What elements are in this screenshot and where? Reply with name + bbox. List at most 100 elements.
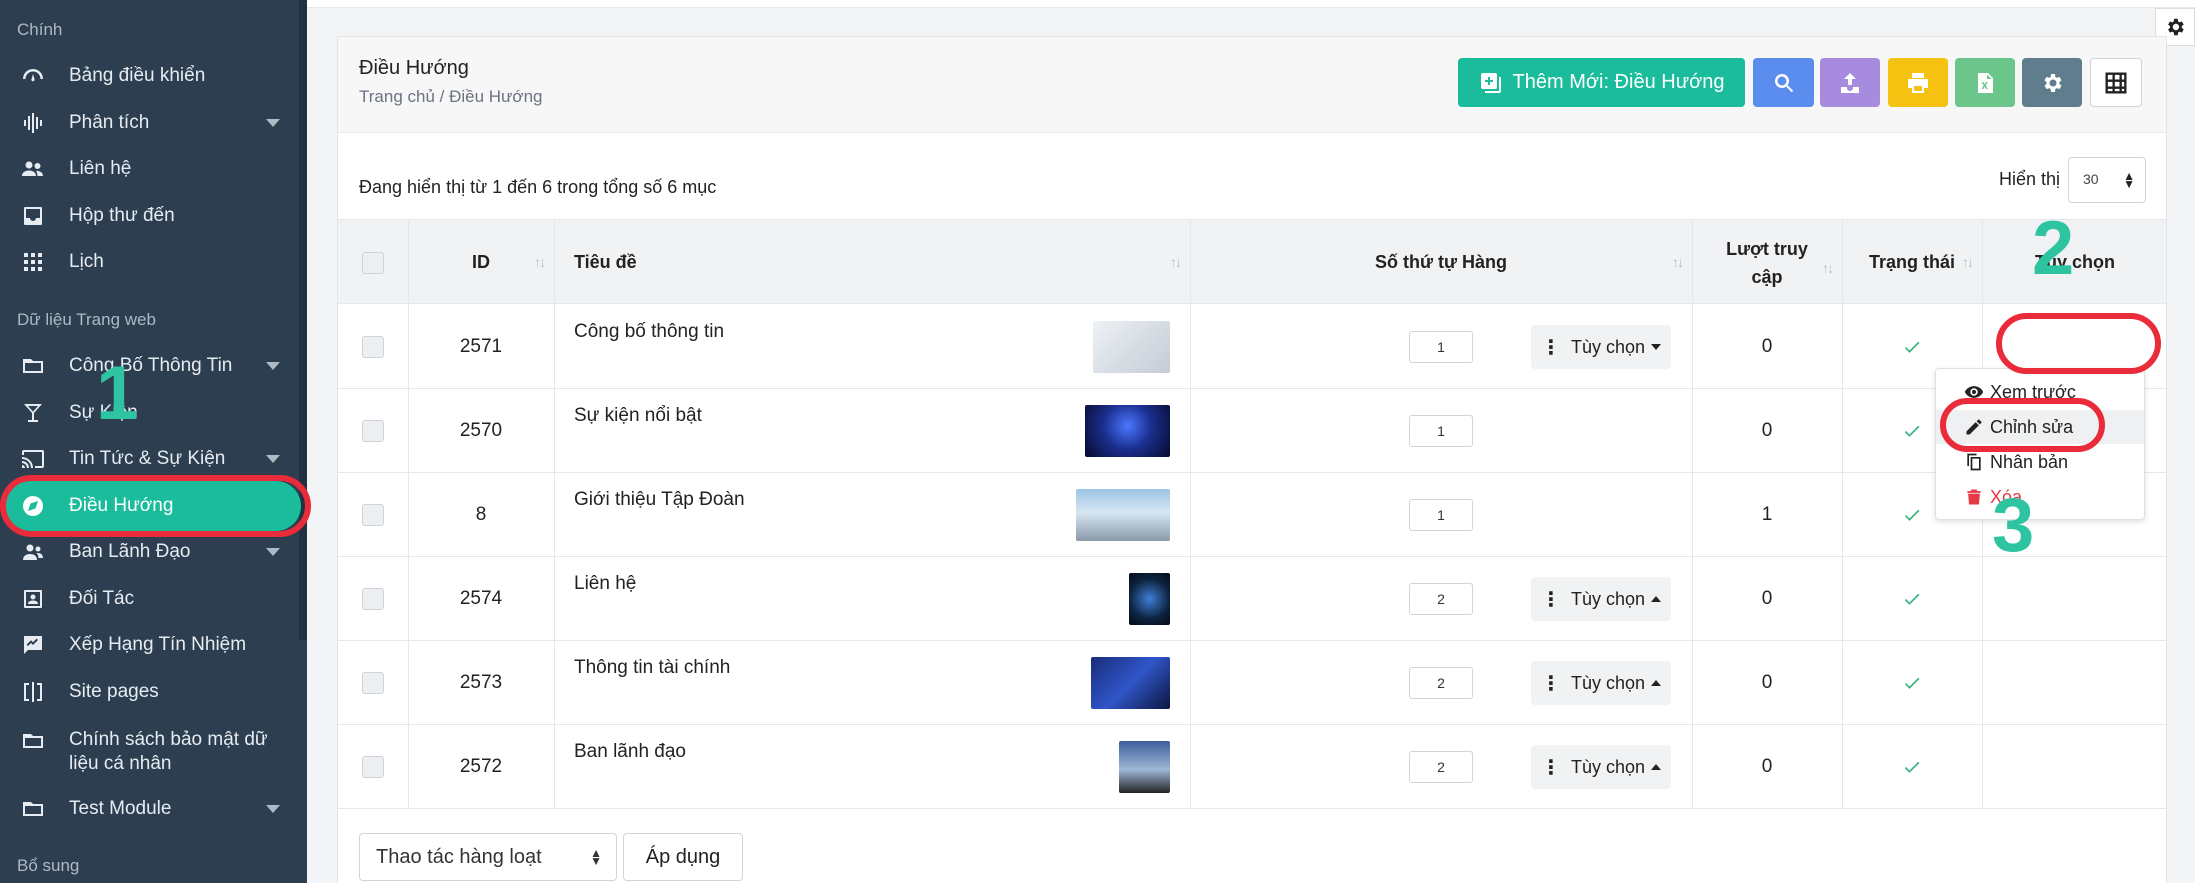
row-id: 2571	[459, 336, 503, 357]
row-thumbnail-image	[1119, 741, 1170, 793]
row-order-input[interactable]: 2	[1409, 583, 1473, 615]
per-page-select[interactable]: 30 ▲ ▼	[2068, 157, 2146, 203]
row-order-input[interactable]: 2	[1409, 667, 1473, 699]
table-row: 2570 Sự kiện nổi bật 1 0	[338, 389, 2166, 473]
export-excel-button[interactable]	[1955, 58, 2015, 107]
column-header-label: Lượt truy cập	[1726, 238, 1808, 287]
row-options-button[interactable]: ⋮ Tùy chọn	[1531, 577, 1671, 621]
gear-icon	[2044, 73, 2062, 92]
settings-button[interactable]	[2022, 58, 2082, 107]
sidebar-item-label: Bảng điều khiển	[69, 65, 206, 86]
sidebar-item-dashboard[interactable]: Bảng điều khiển	[0, 53, 300, 99]
search-icon	[1774, 73, 1793, 92]
kebab-icon: ⋮	[1540, 588, 1561, 611]
sidebar-item-label: Đối Tác	[69, 588, 135, 609]
highlight-ring-edit	[1940, 398, 2105, 452]
import-button[interactable]	[1820, 58, 1880, 107]
column-header-views[interactable]: Lượt truy cập ↑↓	[1692, 220, 1842, 305]
row-checkbox[interactable]	[362, 588, 384, 610]
sidebar-item-label: Xếp Hạng Tín Nhiệm	[69, 634, 247, 655]
row-checkbox[interactable]	[362, 420, 384, 442]
options-label: Tùy chọn	[1570, 756, 1646, 777]
add-navigation-button[interactable]: Thêm Mới: Điều Hướng	[1458, 58, 1745, 107]
sidebar-item-label: Tin Tức & Sự Kiện	[69, 448, 226, 469]
sidebar-item-label: Ban Lãnh Đạo	[69, 541, 191, 562]
row-views: 0	[1761, 672, 1773, 693]
row-order-input[interactable]: 1	[1409, 331, 1473, 363]
column-header-order[interactable]: Số thứ tự Hàng ↑↓	[1190, 220, 1692, 305]
print-button[interactable]	[1888, 58, 1948, 107]
caret-down-icon	[1651, 344, 1662, 350]
sort-icon: ↑↓	[1962, 254, 1974, 270]
check-icon	[1902, 421, 1922, 441]
sidebar-item-privacy-policy[interactable]: Chính sách bảo mật dữ liệu cá nhân	[0, 722, 300, 782]
column-header-id[interactable]: ID ↑↓	[408, 220, 554, 305]
column-view-button[interactable]	[2090, 58, 2142, 107]
print-icon	[1908, 72, 1928, 93]
search-button[interactable]	[1753, 58, 1814, 107]
row-select-cell	[338, 641, 408, 725]
options-label: Tùy chọn	[1570, 672, 1646, 693]
table-header: ID ↑↓ Tiêu đề ↑↓ Số thứ tự Hàng ↑↓ Lượt …	[338, 219, 2166, 304]
sidebar-item-label: Chính sách bảo mật dữ liệu cá nhân	[69, 729, 268, 774]
sidebar-item-inbox[interactable]: Hộp thư đến	[0, 193, 300, 239]
sidebar-item-site-pages[interactable]: Site pages	[0, 669, 300, 715]
row-order-input[interactable]: 1	[1409, 415, 1473, 447]
bulk-action-label: Thao tác hàng loạt	[376, 846, 542, 868]
row-checkbox[interactable]	[362, 504, 384, 526]
sidebar-item-label: Công Bố Thông Tin	[69, 355, 233, 376]
options-label: Tùy chọn	[1570, 336, 1646, 357]
sidebar-section-extra: Bổ sung	[17, 856, 80, 875]
column-header-title[interactable]: Tiêu đề ↑↓	[554, 220, 1190, 305]
folder-icon	[20, 728, 46, 754]
row-views: 0	[1761, 420, 1773, 441]
row-order-cell: 1	[1190, 473, 1692, 557]
sidebar: Chính Bảng điều khiển Phân tích Liên hệ …	[0, 0, 307, 883]
sidebar-item-partners[interactable]: Đối Tác	[0, 576, 300, 622]
sort-icon: ↑↓	[1822, 260, 1834, 276]
kebab-icon: ⋮	[1540, 672, 1561, 695]
column-header-status[interactable]: Trạng thái ↑↓	[1842, 220, 1982, 305]
sidebar-scrollbar[interactable]	[299, 0, 307, 640]
row-order-input[interactable]: 1	[1409, 499, 1473, 531]
users-icon	[20, 156, 46, 182]
row-checkbox[interactable]	[362, 672, 384, 694]
row-status	[1842, 641, 1982, 725]
sidebar-item-events[interactable]: Sự Kiện	[0, 390, 300, 436]
waveform-icon	[20, 110, 46, 136]
bulk-action-select[interactable]: Thao tác hàng loạt ▲ ▼	[359, 833, 617, 881]
row-id: 2574	[459, 588, 503, 609]
apply-button[interactable]: Áp dụng	[623, 833, 743, 881]
check-icon	[1902, 337, 1922, 357]
contact-card-icon	[20, 586, 46, 612]
results-summary: Đang hiển thị từ 1 đến 6 trong tổng số 6…	[359, 177, 717, 197]
table-row: 2572 Ban lãnh đạo 2 0 ⋮ Tùy chọn	[338, 725, 2166, 809]
row-options-button[interactable]: ⋮ Tùy chọn	[1531, 661, 1671, 705]
row-order-input[interactable]: 2	[1409, 751, 1473, 783]
check-icon	[1902, 589, 1922, 609]
select-all-checkbox[interactable]	[362, 251, 384, 274]
select-all-cell	[338, 220, 408, 305]
row-options-button[interactable]: ⋮ Tùy chọn	[1531, 745, 1671, 789]
row-title[interactable]: Liên hệ	[554, 557, 1190, 641]
menu-item-delete[interactable]: Xóa	[1936, 480, 2144, 514]
row-checkbox[interactable]	[362, 336, 384, 358]
column-divider	[1190, 219, 1191, 809]
row-title[interactable]: Ban lãnh đạo	[554, 725, 1190, 809]
chevron-down-icon	[266, 119, 280, 127]
chevron-down-icon	[266, 362, 280, 370]
sidebar-item-analytics[interactable]: Phân tích	[0, 100, 300, 146]
check-icon	[1902, 757, 1922, 777]
row-order-cell: 1	[1190, 389, 1692, 473]
annotation-number-1: 1	[96, 351, 139, 436]
sidebar-item-test-module[interactable]: Test Module	[0, 786, 300, 832]
row-select-cell	[338, 305, 408, 389]
sidebar-item-disclosure[interactable]: Công Bố Thông Tin	[0, 343, 300, 389]
row-checkbox[interactable]	[362, 756, 384, 778]
sidebar-item-calendar[interactable]: Lịch	[0, 239, 300, 285]
row-options-button[interactable]: ⋮ Tùy chọn	[1531, 325, 1671, 369]
breadcrumb[interactable]: Trang chủ / Điều Hướng	[359, 87, 542, 107]
row-select-cell	[338, 725, 408, 809]
sidebar-item-contacts[interactable]: Liên hệ	[0, 146, 300, 192]
sidebar-item-credit-rating[interactable]: Xếp Hạng Tín Nhiệm	[0, 622, 300, 668]
